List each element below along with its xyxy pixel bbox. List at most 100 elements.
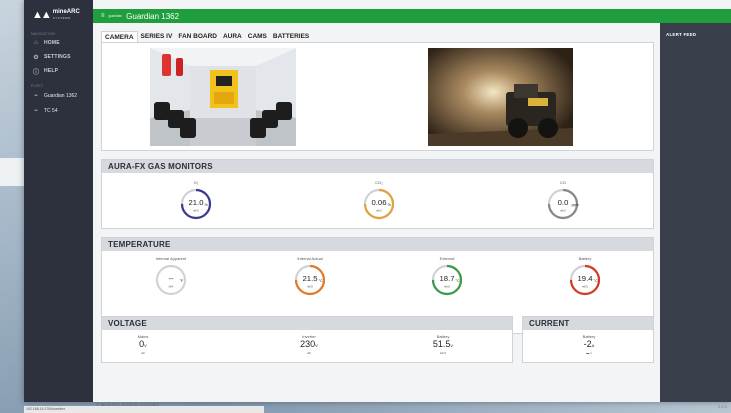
panel-title: VOLTAGE (102, 317, 512, 330)
sidebar-item-label: HOME (44, 40, 60, 46)
gauge-sub: ●0.0 (444, 285, 450, 289)
gauge: Battery 19.4 °C ●0.0 (555, 256, 615, 297)
reading-value: 230 (300, 339, 316, 349)
gauge-sub: ●0.0 (582, 285, 588, 289)
gauge-value: 21.5 (303, 274, 318, 283)
gauge-ring: 0.0 ppm ●0.0 (547, 188, 579, 220)
reading-sub: ●0.0 (440, 351, 446, 355)
current-reading: Battery -2A ▬ 1 (564, 334, 614, 355)
camera-feed-tunnel[interactable] (428, 48, 573, 146)
alert-feed-panel: ALERT FEED (660, 23, 731, 402)
panel-title: TEMPERATURE (102, 238, 653, 251)
gauge-ring: 18.7 °C ●0.0 (431, 264, 463, 296)
sidebar-item-guardian-1362[interactable]: ⌁ Guardian 1362 (24, 88, 93, 103)
sidebar: ▲▲ mineARC SYSTEMS NAVIGATION ⌂ HOME ⚙ SETT… (24, 0, 93, 402)
gauge-value: 21.0 (189, 198, 204, 207)
gear-icon: ⚙ (33, 54, 39, 61)
page-title: Guardian 1362 (126, 11, 180, 21)
tab-aura[interactable]: AURA (220, 31, 245, 42)
reading-sub: ●0 (141, 351, 145, 355)
tab-bar: CAMERA SERIES IV FAN BOARD AURA CAMS BAT… (101, 31, 654, 42)
gauge-ring: 19.4 °C ●0.0 (569, 264, 601, 296)
reading-unit: A (591, 343, 595, 348)
camera-panel (101, 42, 654, 151)
help-icon: ⓘ (33, 69, 40, 76)
gauge-sub: ●0.0 (193, 209, 199, 213)
gauge-unit: % (205, 203, 208, 207)
main-content: CAMERA SERIES IV FAN BOARD AURA CAMS BAT… (98, 27, 658, 402)
menu-icon[interactable]: ≡ (101, 13, 105, 19)
gauge-label: Battery (578, 256, 592, 261)
version-label: 2.2.0 (718, 404, 727, 409)
gauge-label: Internal Apparent (155, 256, 187, 261)
gauge-value: 19.4 (578, 274, 594, 283)
status-bar-url: 192.168.16.178/chamber (24, 406, 264, 413)
reading-value: 51.5 (432, 339, 451, 349)
reading-value: -2 (583, 339, 592, 349)
tab-cams[interactable]: CAMS (245, 31, 270, 42)
voltage-reading: Battery 51.5V ●0.0 (418, 334, 468, 355)
gauge-ring: 0.06 % ●0.0 (363, 188, 395, 220)
minearc-logo-icon: ▲▲ (32, 9, 52, 21)
tag-icon: ⌁ (34, 93, 38, 99)
panel-title: AURA-FX GAS MONITORS (102, 160, 653, 173)
gauge: Internal Actual 21.5 °C ●0.0 (280, 256, 340, 297)
tab-camera[interactable]: CAMERA (101, 31, 138, 42)
gauge-unit: °C (319, 279, 323, 283)
gauge-unit: °C (594, 279, 598, 283)
gauge-ring: 21.0 % ●0.0 (180, 188, 212, 220)
current-panel: CURRENT Battery -2A ▬ 1 (522, 316, 654, 363)
sidebar-item-settings[interactable]: ⚙ SETTINGS (24, 50, 93, 64)
logo-subtext: SYSTEMS (52, 16, 71, 20)
background-window (0, 158, 24, 186)
gauge-unit: °F (180, 279, 184, 283)
gauge-label: CO₂ (375, 180, 383, 185)
gauge-unit: °C (456, 279, 460, 283)
gauge-value: 0.0 (558, 198, 569, 207)
gauge-ring: -- °F N/A (155, 264, 187, 296)
gauge-value: 0.06 (372, 198, 387, 207)
sidebar-item-label: TC 54 (44, 107, 58, 114)
tag-icon: ⌁ (34, 108, 38, 114)
gauge: External 18.7 °C ●0.0 (417, 256, 477, 297)
sidebar-item-label: HELP (44, 68, 59, 74)
tab-fan-board[interactable]: FAN BOARD (175, 31, 220, 42)
gauge-unit: ppm (572, 203, 579, 207)
sidebar-item-tc-54[interactable]: ⌁ TC 54 (24, 103, 93, 118)
gauge-label: CO (560, 180, 566, 185)
logo: ▲▲ mineARC SYSTEMS (24, 0, 93, 30)
voltage-panel: VOLTAGE Mains 0V ●0 Inverter 230V ●0 Bat… (101, 316, 513, 363)
gauge-ring: 21.5 °C ●0.0 (294, 264, 326, 296)
gauge-label: External (439, 256, 455, 261)
site-name: guardian (108, 14, 123, 18)
sidebar-item-label: Guardian 1362 (44, 92, 78, 99)
gauge: CO 0.0 ppm ●0.0 (533, 180, 593, 221)
gauge-value: -- (168, 274, 174, 283)
gauge: CO₂ 0.06 % ●0.0 (349, 180, 409, 221)
alert-feed-title: ALERT FEED (666, 32, 697, 37)
reading-unit: V (450, 343, 454, 348)
reading-unit: V (144, 343, 147, 348)
gauge: O₂ 21.0 % ●0.0 (166, 180, 226, 221)
sidebar-item-label: SETTINGS (44, 54, 71, 60)
gauge-label: O₂ (193, 180, 199, 185)
reading-unit: V (315, 343, 318, 348)
gas-monitors-panel: AURA-FX GAS MONITORS O₂ 21.0 % ●0.0 CO₂ … (101, 159, 654, 229)
top-bar: ≡ guardian Guardian 1362 (93, 9, 731, 23)
panel-title: CURRENT (523, 317, 653, 330)
gauge-label: Internal Actual (297, 256, 323, 261)
sidebar-item-help[interactable]: ⓘ HELP (24, 64, 93, 78)
home-icon: ⌂ (34, 40, 38, 46)
tab-batteries[interactable]: BATTERIES (270, 31, 312, 42)
reading-sub: ▬ 1 (586, 351, 592, 355)
tab-series-iv[interactable]: SERIES IV (138, 31, 176, 42)
sidebar-item-home[interactable]: ⌂ HOME (24, 36, 93, 50)
voltage-reading: Mains 0V ●0 (118, 334, 168, 355)
gauge-sub: N/A (169, 285, 174, 289)
reading-sub: ●0 (307, 351, 311, 355)
gauge-value: 18.7 (440, 274, 455, 283)
gauge-sub: ●0.0 (560, 209, 566, 213)
camera-feed-interior[interactable] (150, 48, 296, 146)
gauge-sub: ●0.0 (307, 285, 313, 289)
voltage-reading: Inverter 230V ●0 (284, 334, 334, 355)
